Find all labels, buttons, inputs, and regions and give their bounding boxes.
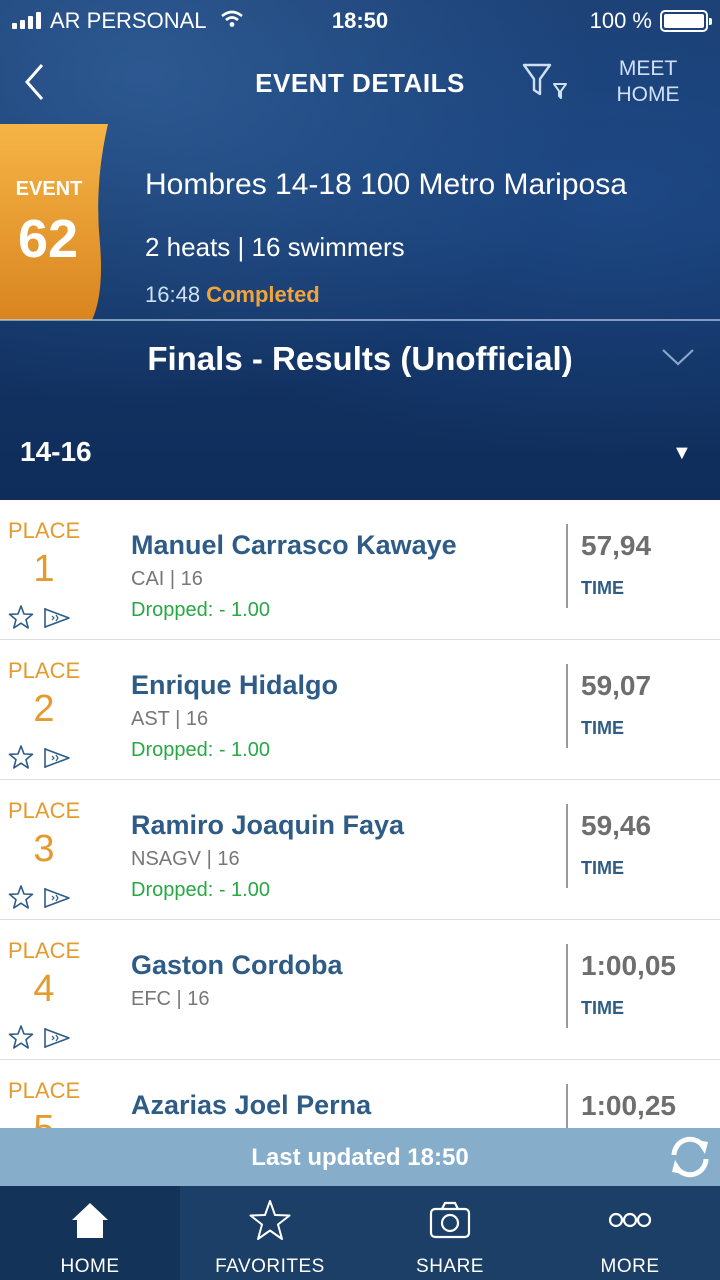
swimmer-team: CAI | 16 xyxy=(131,568,203,590)
swimmer-name[interactable]: Manuel Carrasco Kawaye xyxy=(131,530,457,561)
event-status-line: 16:48 Completed xyxy=(145,282,320,308)
refresh-icon xyxy=(671,1136,709,1178)
swim-time: 1:00,25 xyxy=(581,1090,676,1121)
time-label: TIME xyxy=(581,578,624,598)
tab-home[interactable]: HOME xyxy=(0,1186,180,1280)
swim-time: 57,94 xyxy=(581,530,652,561)
result-row[interactable]: PLACE 4 Gaston Cordoba EFC | 16 1:00,05 … xyxy=(0,920,720,1060)
dropdown-arrow-icon[interactable]: ▼ xyxy=(672,442,692,465)
tab-label: FAVORITES xyxy=(215,1256,325,1277)
event-meta: 2 heats | 16 swimmers xyxy=(145,232,405,262)
place-number: 4 xyxy=(33,968,55,1010)
favorite-star-icon[interactable] xyxy=(8,1024,34,1050)
tab-bar: HOME FAVORITES SHARE MORE xyxy=(0,1186,720,1280)
filter-icon xyxy=(522,63,567,99)
place-label: PLACE xyxy=(8,658,81,683)
team-flag-icon[interactable] xyxy=(42,606,72,630)
battery-percent: 100 % xyxy=(589,8,652,33)
result-row[interactable]: PLACE 5 Azarias Joel Perna 1:00,25 xyxy=(0,1060,720,1128)
event-status: Completed xyxy=(206,282,320,307)
place-number: 2 xyxy=(33,688,55,730)
tab-favorites[interactable]: FAVORITES xyxy=(180,1186,360,1280)
swimmer-name[interactable]: Azarias Joel Perna xyxy=(131,1090,371,1121)
swim-time: 1:00,05 xyxy=(581,950,676,981)
navigation-bar: EVENT DETAILS MEET HOME xyxy=(0,50,720,120)
tab-label: MORE xyxy=(600,1256,660,1277)
time-dropped: Dropped: - 1.00 xyxy=(131,879,270,901)
header-area: AR PERSONAL 18:50 100 % EVENT DETAILS ME… xyxy=(0,0,720,500)
swimmer-team: NSAGV | 16 xyxy=(131,848,240,870)
event-label: EVENT xyxy=(15,178,83,200)
battery-icon xyxy=(660,10,712,32)
divider xyxy=(566,524,568,608)
event-time: 16:48 xyxy=(145,282,201,307)
divider xyxy=(0,319,720,321)
divider xyxy=(566,804,568,888)
team-flag-icon[interactable] xyxy=(42,1026,72,1050)
swimmer-team: EFC | 16 xyxy=(131,988,210,1010)
team-flag-icon[interactable] xyxy=(42,746,72,770)
divider xyxy=(566,944,568,1028)
result-row[interactable]: PLACE 2 Enrique Hidalgo AST | 16 Dropped… xyxy=(0,640,720,780)
favorite-star-icon[interactable] xyxy=(8,604,34,630)
status-bar: AR PERSONAL 18:50 100 % xyxy=(0,0,720,42)
tab-label: SHARE xyxy=(416,1256,484,1277)
last-updated-bar: Last updated 18:50 xyxy=(0,1128,720,1186)
divider xyxy=(566,664,568,748)
favorite-star-icon[interactable] xyxy=(8,744,34,770)
time-dropped: Dropped: - 1.00 xyxy=(131,739,270,761)
chevron-down-icon[interactable] xyxy=(660,345,696,369)
swimmer-team: AST | 16 xyxy=(131,708,209,730)
swimmer-name[interactable]: Ramiro Joaquin Faya xyxy=(131,810,404,841)
more-icon xyxy=(608,1212,652,1228)
tab-more[interactable]: MORE xyxy=(540,1186,720,1280)
tab-share[interactable]: SHARE xyxy=(360,1186,540,1280)
section-title[interactable]: Finals - Results (Unofficial) xyxy=(0,340,720,378)
results-list[interactable]: PLACE 1 Manuel Carrasco Kawaye CAI | 16 … xyxy=(0,500,720,1128)
place-number: 1 xyxy=(33,548,55,590)
event-name: Hombres 14-18 100 Metro Mariposa xyxy=(145,168,627,201)
result-row[interactable]: PLACE 1 Manuel Carrasco Kawaye CAI | 16 … xyxy=(0,500,720,640)
divider xyxy=(566,1084,568,1128)
home-icon xyxy=(72,1203,108,1238)
place-label: PLACE xyxy=(8,518,81,543)
place-number: 3 xyxy=(33,828,55,870)
star-icon xyxy=(249,1200,291,1240)
result-row[interactable]: PLACE 3 Ramiro Joaquin Faya NSAGV | 16 D… xyxy=(0,780,720,920)
place-number: 5 xyxy=(0,1108,88,1128)
camera-icon xyxy=(429,1201,471,1239)
meet-home-button[interactable]: MEET HOME xyxy=(598,56,698,108)
team-flag-icon[interactable] xyxy=(42,886,72,910)
place-label: PLACE xyxy=(8,1078,81,1103)
swimmer-name[interactable]: Enrique Hidalgo xyxy=(131,670,338,701)
place-label: PLACE xyxy=(8,798,81,823)
time-dropped: Dropped: - 1.00 xyxy=(131,599,270,621)
swim-time: 59,07 xyxy=(581,670,652,701)
time-label: TIME xyxy=(581,718,624,738)
swim-time: 59,46 xyxy=(581,810,652,841)
filter-button[interactable] xyxy=(520,62,576,102)
time-label: TIME xyxy=(581,858,624,878)
event-number: 62 xyxy=(17,209,79,269)
place-label: PLACE xyxy=(8,938,81,963)
age-group-selector[interactable]: 14-16 xyxy=(20,436,92,468)
refresh-button[interactable] xyxy=(664,1131,716,1183)
swimmer-name[interactable]: Gaston Cordoba xyxy=(131,950,343,981)
last-updated-text: Last updated 18:50 xyxy=(251,1144,469,1171)
favorite-star-icon[interactable] xyxy=(8,884,34,910)
time-label: TIME xyxy=(581,998,624,1018)
tab-label: HOME xyxy=(60,1256,120,1277)
